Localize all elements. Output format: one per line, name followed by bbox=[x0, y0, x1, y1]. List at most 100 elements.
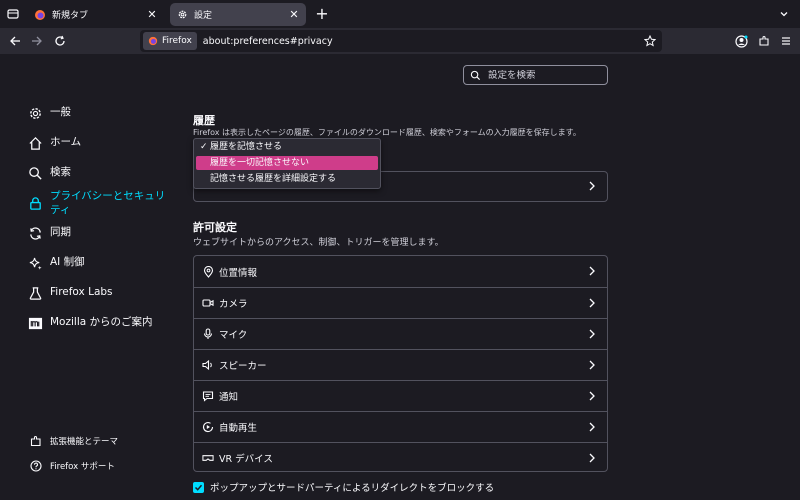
sidebar-item-mozilla[interactable]: Mozilla からのご案内 bbox=[26, 314, 153, 332]
sidebar-item-label: 一般 bbox=[50, 106, 71, 118]
tab-label: 新規タブ bbox=[52, 11, 89, 21]
search-field[interactable] bbox=[463, 65, 608, 85]
sidebar-link-addons[interactable]: 拡張機能とテーマ bbox=[30, 435, 118, 447]
search-icon bbox=[26, 164, 44, 182]
url-text[interactable]: about:preferences#privacy bbox=[203, 36, 333, 47]
tab-settings[interactable]: 設定 ✕ bbox=[170, 3, 306, 26]
history-option-custom[interactable]: 記憶させる履歴を詳細設定する bbox=[196, 172, 378, 186]
identity-label: Firefox bbox=[162, 36, 192, 46]
location-icon bbox=[202, 265, 214, 278]
permission-row-location[interactable]: 位置情報 bbox=[194, 256, 607, 287]
sidebar-item-label: 同期 bbox=[50, 226, 71, 238]
sidebar-item-label: プライバシーとセキュリティ bbox=[50, 190, 166, 216]
sidebar-item-general[interactable]: 一般 bbox=[26, 104, 71, 122]
microphone-icon bbox=[202, 328, 214, 340]
checkmark-icon: ✓ bbox=[200, 142, 208, 152]
sidebar-link-label: 拡張機能とテーマ bbox=[50, 437, 119, 447]
permissions-list: 位置情報 カメラ マイク スピーカー 通知 自動再生 VR デバイス bbox=[193, 255, 608, 472]
close-icon[interactable]: ✕ bbox=[146, 8, 158, 21]
sidebar-item-privacy[interactable]: プライバシーとセキュリティ bbox=[26, 188, 176, 217]
firefox-icon bbox=[148, 36, 158, 46]
permission-row-vr[interactable]: VR デバイス bbox=[194, 442, 607, 473]
permissions-description: ウェブサイトからのアクセス、制御、トリガーを管理します。 bbox=[193, 238, 444, 248]
chevron-right-icon bbox=[587, 452, 597, 467]
identity-box[interactable]: Firefox bbox=[143, 32, 197, 50]
gear-icon bbox=[176, 9, 188, 21]
menu-hamburger-icon[interactable] bbox=[776, 31, 796, 51]
sync-icon bbox=[26, 224, 44, 242]
reload-button[interactable] bbox=[50, 31, 70, 51]
extensions-puzzle-icon[interactable] bbox=[754, 31, 774, 51]
search-icon bbox=[470, 69, 482, 81]
sidebar-link-label: Firefox サポート bbox=[50, 462, 115, 472]
camera-icon bbox=[202, 297, 214, 309]
sparkle-icon bbox=[26, 254, 44, 272]
permissions-heading: 許可設定 bbox=[193, 221, 237, 234]
chevron-right-icon bbox=[587, 297, 597, 312]
history-mode-dropdown[interactable]: ✓ 履歴を記憶させる 履歴を一切記憶させない 記憶させる履歴を詳細設定する bbox=[193, 138, 381, 189]
chevron-right-icon bbox=[587, 390, 597, 405]
permission-label: マイク bbox=[219, 330, 248, 341]
flask-icon bbox=[26, 284, 44, 302]
autoplay-icon bbox=[202, 421, 214, 433]
chevron-right-icon bbox=[587, 421, 597, 436]
url-bar[interactable]: Firefox about:preferences#privacy bbox=[140, 30, 662, 52]
permission-row-camera[interactable]: カメラ bbox=[194, 287, 607, 318]
mozilla-icon bbox=[26, 314, 44, 332]
vr-icon bbox=[202, 452, 214, 464]
new-tab-button[interactable]: + bbox=[312, 4, 332, 24]
speaker-icon bbox=[202, 359, 214, 371]
history-option-never-remember[interactable]: 履歴を一切記憶させない bbox=[196, 156, 378, 170]
permission-label: 位置情報 bbox=[219, 267, 258, 279]
chevron-right-icon bbox=[587, 359, 597, 374]
sidebar-item-label: AI 制御 bbox=[50, 256, 85, 268]
sidebar-item-ai-controls[interactable]: AI 制御 bbox=[26, 254, 85, 272]
back-button[interactable] bbox=[5, 31, 25, 51]
block-popups-row[interactable]: ポップアップとサードパーティによるリダイレクトをブロックする bbox=[193, 480, 494, 494]
block-popups-checkbox[interactable] bbox=[193, 481, 204, 493]
option-label: 履歴を記憶させる bbox=[210, 142, 283, 152]
chevron-right-icon bbox=[587, 180, 597, 195]
permission-label: カメラ bbox=[219, 299, 248, 310]
sidebar-item-sync[interactable]: 同期 bbox=[26, 224, 71, 242]
puzzle-icon bbox=[30, 435, 42, 447]
sidebar-link-support[interactable]: Firefox サポート bbox=[30, 460, 115, 472]
gear-icon bbox=[26, 104, 44, 122]
notification-icon bbox=[202, 390, 214, 402]
account-icon[interactable] bbox=[731, 31, 751, 51]
sidebar-item-label: Mozilla からのご案内 bbox=[50, 316, 153, 328]
sidebar-item-label: ホーム bbox=[50, 136, 82, 148]
option-label: 履歴を一切記憶させない bbox=[210, 158, 310, 168]
history-heading: 履歴 bbox=[193, 114, 215, 127]
permission-row-autoplay[interactable]: 自動再生 bbox=[194, 411, 607, 442]
list-all-tabs-icon[interactable] bbox=[0, 0, 26, 28]
sidebar-item-search[interactable]: 検索 bbox=[26, 164, 71, 182]
home-icon bbox=[26, 134, 44, 152]
navigation-bar: Firefox about:preferences#privacy bbox=[0, 28, 800, 54]
tab-new-tab[interactable]: 新規タブ ✕ bbox=[28, 3, 164, 26]
block-popups-label: ポップアップとサードパーティによるリダイレクトをブロックする bbox=[210, 483, 495, 494]
close-icon[interactable]: ✕ bbox=[288, 8, 300, 21]
forward-button[interactable] bbox=[27, 31, 47, 51]
chevron-down-icon[interactable] bbox=[774, 4, 794, 24]
sidebar-item-label: Firefox Labs bbox=[50, 286, 113, 298]
permission-row-notifications[interactable]: 通知 bbox=[194, 380, 607, 411]
permission-label: スピーカー bbox=[219, 361, 267, 372]
search-input[interactable] bbox=[488, 69, 598, 81]
history-option-remember[interactable]: ✓ 履歴を記憶させる bbox=[196, 140, 378, 154]
tab-label: 設定 bbox=[194, 11, 213, 21]
sidebar-item-label: 検索 bbox=[50, 166, 71, 178]
chevron-right-icon bbox=[587, 265, 597, 280]
permission-row-microphone[interactable]: マイク bbox=[194, 318, 607, 349]
bookmark-star-icon[interactable] bbox=[642, 33, 658, 49]
sidebar-item-firefox-labs[interactable]: Firefox Labs bbox=[26, 284, 113, 302]
sidebar-item-home[interactable]: ホーム bbox=[26, 134, 81, 152]
permission-label: 自動再生 bbox=[219, 423, 258, 434]
lock-icon bbox=[26, 194, 44, 212]
permission-row-speaker[interactable]: スピーカー bbox=[194, 349, 607, 380]
help-icon bbox=[30, 460, 42, 472]
permission-label: 通知 bbox=[219, 392, 239, 403]
firefox-icon bbox=[34, 9, 46, 21]
option-label: 記憶させる履歴を詳細設定する bbox=[210, 174, 337, 184]
permission-label: VR デバイス bbox=[219, 454, 273, 465]
